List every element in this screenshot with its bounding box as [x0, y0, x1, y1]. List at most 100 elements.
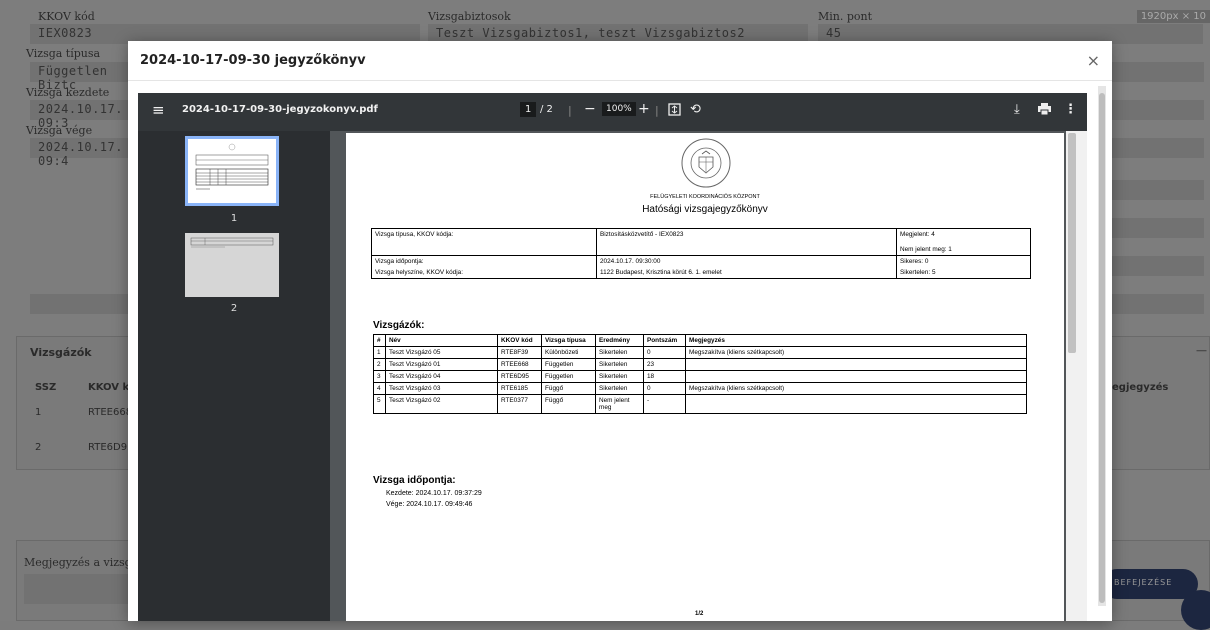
collapse-icon[interactable]: —	[1196, 344, 1207, 357]
bg-row-kkov: RTE6D95	[88, 442, 134, 453]
cell: Nem jelent meg	[595, 394, 644, 414]
cell: 4	[373, 382, 386, 395]
pdf-toolbar: ≡ 2024-10-17-09-30-jegyzokonyv.pdf 1 / 2…	[138, 93, 1087, 131]
bg-row-ssz: 2	[35, 442, 42, 453]
divider: |	[655, 104, 659, 117]
more-options-icon[interactable]: ⋮	[1064, 102, 1077, 117]
rotate-icon[interactable]: ⟲	[690, 102, 701, 117]
candidates-table: # Név KKOV kód Vizsga típusa Eredmény Po…	[373, 334, 1027, 414]
info-stat: Megjelent: 4 Nem jelent meg: 1	[896, 228, 1031, 256]
col-header: Vizsga típusa	[541, 334, 596, 347]
vizsgabiztosok-label: Vizsgabiztosok	[428, 10, 511, 23]
pdf-scrollbar-thumb[interactable]	[1068, 133, 1076, 353]
vizsga-kezdete-label: Vizsga kezdete	[26, 86, 110, 99]
finish-button[interactable]: BEFEJEZÉSE	[1102, 569, 1198, 599]
cell: Különbözeti	[541, 346, 596, 359]
cell: 3	[373, 370, 386, 383]
bg-row-kkov: RTEE668	[88, 407, 133, 418]
cell	[685, 358, 1027, 371]
nem-jelent-meg-stat: Nem jelent meg: 1	[900, 246, 952, 253]
cell: 0	[643, 346, 686, 359]
cell: Független	[541, 358, 596, 371]
vizsga-kezdete-field[interactable]: 2024.10.17. 09:3	[30, 100, 140, 130]
cell: 1	[373, 346, 386, 359]
cell: Teszt Vizsgázó 02	[385, 394, 498, 414]
cell: RTEE668	[497, 358, 542, 371]
page-footer-number: 1/2	[695, 611, 704, 617]
zoom-out-icon[interactable]: −	[584, 101, 596, 117]
vizsga-vege-field[interactable]: 2024.10.17. 09:4	[30, 138, 140, 168]
cell: RTE6185	[497, 382, 542, 395]
zoom-in-icon[interactable]: +	[638, 101, 650, 117]
vizsgazok-heading: Vizsgázók:	[373, 320, 425, 331]
scroll-top-button[interactable]	[1181, 590, 1210, 630]
download-icon[interactable]: ⤓	[1014, 102, 1020, 117]
zoom-input[interactable]: 100%	[602, 102, 636, 116]
cell: RTE0377	[497, 394, 542, 414]
vizsga-tipusa-label: Vizsga típusa	[26, 47, 101, 60]
cell: 5	[373, 394, 386, 414]
pdf-modal: 2024-10-17-09-30 jegyzőkönyv × ≡ 2024-10…	[128, 41, 1112, 621]
modal-scrollbar-thumb[interactable]	[1099, 93, 1105, 603]
bg-field-right	[1112, 62, 1204, 82]
info-value: 2024.10.17. 09:30:00	[596, 255, 897, 267]
col-megjegyzes-header: egjegyzés	[1112, 382, 1169, 393]
bg-field-left	[30, 294, 140, 314]
bg-field-right	[1112, 100, 1204, 120]
idopont-heading: Vizsga időpontja:	[373, 475, 456, 486]
col-ssz-header: SSZ	[35, 382, 57, 393]
close-icon[interactable]: ×	[1087, 51, 1100, 70]
cell: 2	[373, 358, 386, 371]
bg-row-ssz: 1	[35, 407, 42, 418]
cell: RTE8F39	[497, 346, 542, 359]
cell: RTE6D95	[497, 370, 542, 383]
sikertelen-stat: Sikertelen: 5	[896, 267, 1031, 279]
table-row: 1 Teszt Vizsgázó 05 RTE8F39 Különbözeti Sike…	[373, 346, 1027, 359]
col-header: Pontszám	[643, 334, 686, 347]
cell: Függő	[541, 382, 596, 395]
dimension-badge: 1920px × 10	[1136, 10, 1210, 23]
modal-title: 2024-10-17-09-30 jegyzőkönyv	[140, 53, 366, 68]
info-label: Vizsga időpontja:	[371, 255, 597, 267]
cell: Teszt Vizsgázó 05	[385, 346, 498, 359]
vege-text: Vége: 2024.10.17. 09:49:46	[386, 501, 473, 508]
bg-field-right	[1112, 138, 1204, 158]
cell: Függő	[541, 394, 596, 414]
divider: |	[568, 104, 572, 117]
vizsga-tipusa-field[interactable]: Független Biztc	[30, 62, 140, 92]
doc-title: Hatósági vizsgajegyzőkönyv	[642, 204, 768, 215]
sikeres-stat: Sikeres: 0	[896, 255, 1031, 267]
bg-field-right	[1112, 294, 1204, 314]
info-value: 1122 Budapest, Krisztina körút 6. 1. eme…	[596, 267, 897, 279]
print-icon[interactable]	[1038, 103, 1051, 118]
page-total: / 2	[540, 104, 553, 115]
menu-icon[interactable]: ≡	[152, 101, 165, 119]
pdf-filename: 2024-10-17-09-30-jegyzokonyv.pdf	[182, 104, 378, 115]
thumbnail-sidebar: 1 2	[138, 131, 330, 621]
cell	[685, 394, 1027, 414]
cell: Teszt Vizsgázó 01	[385, 358, 498, 371]
cell: Független	[541, 370, 596, 383]
fit-page-icon[interactable]	[668, 103, 681, 119]
thumbnail-label-1: 1	[230, 213, 238, 224]
col-header: #	[373, 334, 386, 347]
col-header: KKOV kód	[497, 334, 542, 347]
bg-field-right	[1112, 218, 1204, 238]
cell: Sikertelen	[595, 358, 644, 371]
page-thumbnail-1[interactable]	[185, 136, 279, 206]
bg-field-right	[1112, 180, 1204, 200]
cell: Megszakítva (kliens szétkapcsolt)	[685, 346, 1027, 359]
cell: 23	[643, 358, 686, 371]
exam-info-table: Vizsga típusa, KKOV kódja: Biztosításköz…	[371, 228, 1031, 279]
table-row: 3 Teszt Vizsgázó 04 RTE6D95 Független Sikert…	[373, 370, 1027, 383]
megjegyzes-textarea[interactable]	[24, 574, 134, 604]
page-thumbnail-2[interactable]	[185, 233, 279, 297]
table-row: 5 Teszt Vizsgázó 02 RTE0377 Függő Nem jelent…	[373, 394, 1027, 414]
table-row: 4 Teszt Vizsgázó 03 RTE6185 Függő Sikertelen…	[373, 382, 1027, 395]
cell: Sikertelen	[595, 346, 644, 359]
megjelent-stat: Megjelent: 4	[900, 231, 935, 238]
table-row: 2 Teszt Vizsgázó 01 RTEE668 Független Sikert…	[373, 358, 1027, 371]
cell: Teszt Vizsgázó 03	[385, 382, 498, 395]
page-number-input[interactable]: 1	[520, 102, 537, 117]
cell: -	[643, 394, 686, 414]
